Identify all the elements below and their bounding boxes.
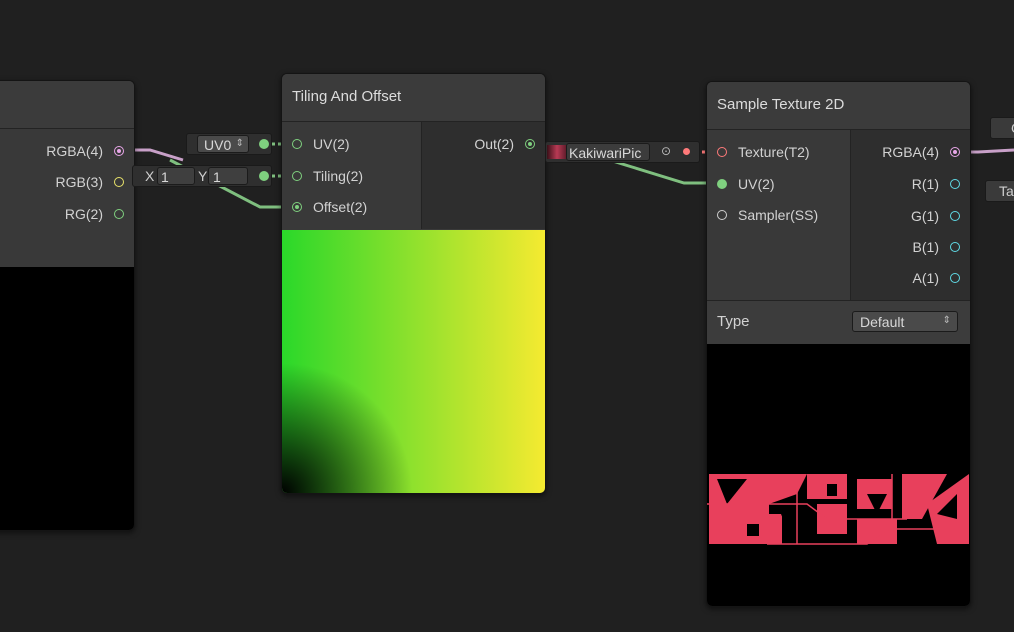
- port-grey-icon[interactable]: [717, 210, 727, 220]
- tiling-node-title: Tiling And Offset: [292, 88, 402, 105]
- left-node-header: [0, 81, 134, 129]
- sample-input-sampler[interactable]: Sampler(SS): [707, 206, 850, 226]
- left-node-outputs: RGBA(4) RGB(3) RG(2): [0, 129, 134, 267]
- tiling-x-label: X: [145, 168, 155, 184]
- tiling-node-inputs: UV(2) Tiling(2) Offset(2): [282, 122, 420, 229]
- sample-input-uv-label: UV(2): [738, 176, 775, 192]
- tiling-input-tiling[interactable]: Tiling(2): [282, 167, 420, 187]
- sample-output-r-label: R(1): [911, 176, 939, 192]
- sample-texture-2d-node[interactable]: Sample Texture 2D Texture(T2) UV(2) Samp…: [706, 81, 971, 607]
- port-pink-icon[interactable]: [114, 146, 124, 156]
- tiling-input-offset-label: Offset(2): [313, 199, 368, 215]
- right-edge-field-bottom[interactable]: Ta: [985, 180, 1014, 202]
- texture-thumbnail: [547, 145, 567, 159]
- dropdown-arrows-icon: ⇕: [942, 315, 951, 326]
- tiling-input-uv-label: UV(2): [313, 136, 350, 152]
- sample-input-texture[interactable]: Texture(T2): [707, 143, 850, 163]
- left-output-rgba[interactable]: RGBA(4): [0, 142, 134, 162]
- tiling-x-input[interactable]: 1: [157, 167, 195, 185]
- dropdown-arrows-icon: ⇕: [235, 138, 244, 149]
- sample-output-b-label: B(1): [912, 239, 939, 255]
- left-output-rgb-label: RGB(3): [55, 174, 103, 190]
- uv-channel-dropdown[interactable]: UV0 ⇕: [197, 135, 249, 153]
- sample-texture-preview: [707, 344, 970, 606]
- texture-pattern-image: [707, 474, 969, 545]
- tiling-node-header[interactable]: Tiling And Offset: [282, 74, 545, 122]
- port-green-connected-icon[interactable]: [525, 139, 535, 149]
- left-output-rg-label: RG(2): [64, 206, 103, 222]
- sample-input-uv[interactable]: UV(2): [707, 175, 850, 195]
- tiling-input-uv[interactable]: UV(2): [282, 135, 420, 155]
- port-green-connected-icon[interactable]: [292, 202, 302, 212]
- texture-property-chip[interactable]: KakiwariPic ⊙: [545, 141, 700, 163]
- tiling-input-tiling-label: Tiling(2): [313, 168, 364, 184]
- uv-channel-value: UV0: [204, 137, 232, 153]
- sample-input-texture-label: Texture(T2): [738, 144, 810, 160]
- sample-input-sampler-label: Sampler(SS): [738, 207, 819, 223]
- sample-type-value: Default: [860, 314, 905, 330]
- texture-property-name: KakiwariPic: [569, 145, 642, 161]
- control-connector-icon: [259, 171, 269, 181]
- control-connector-icon: [259, 139, 269, 149]
- port-cyan-icon[interactable]: [950, 179, 960, 189]
- sample-node-header[interactable]: Sample Texture 2D: [707, 82, 970, 130]
- right-edge-bottom-text: Ta: [999, 183, 1014, 199]
- port-red-icon[interactable]: [717, 147, 727, 157]
- tiling-input-offset[interactable]: Offset(2): [282, 198, 420, 218]
- left-node[interactable]: RGBA(4) RGB(3) RG(2): [0, 80, 135, 531]
- tiling-vector-control: X 1 Y 1: [132, 165, 272, 187]
- sample-output-a-label: A(1): [912, 270, 939, 286]
- tiling-y-label: Y: [198, 168, 208, 184]
- right-edge-field-top[interactable]: C: [990, 117, 1014, 139]
- sample-node-outputs: RGBA(4) R(1) G(1) B(1) A(1): [850, 130, 970, 300]
- port-pink-connected-icon[interactable]: [950, 147, 960, 157]
- port-green-icon[interactable]: [292, 139, 302, 149]
- sample-output-a[interactable]: A(1): [851, 269, 970, 289]
- sample-output-r[interactable]: R(1): [851, 175, 970, 195]
- port-cyan-icon[interactable]: [950, 211, 960, 221]
- tiling-y-value: 1: [213, 169, 221, 185]
- tiling-y-input[interactable]: 1: [208, 167, 248, 185]
- port-green-icon[interactable]: [292, 171, 302, 181]
- sample-output-b[interactable]: B(1): [851, 238, 970, 258]
- sample-node-inputs: Texture(T2) UV(2) Sampler(SS): [707, 130, 850, 300]
- left-node-preview: [0, 267, 134, 530]
- tiling-node-outputs: Out(2): [421, 122, 545, 229]
- port-yellow-icon[interactable]: [114, 177, 124, 187]
- control-connector-icon: [683, 148, 690, 155]
- sample-type-dropdown[interactable]: Default ⇕: [852, 311, 958, 332]
- sample-output-g[interactable]: G(1): [851, 207, 970, 227]
- port-green-icon[interactable]: [114, 209, 124, 219]
- port-cyan-icon[interactable]: [950, 273, 960, 283]
- port-cyan-icon[interactable]: [950, 242, 960, 252]
- port-green-connected-icon[interactable]: [717, 179, 727, 189]
- tiling-output-out-label: Out(2): [474, 136, 514, 152]
- sample-type-label: Type: [717, 313, 750, 330]
- sample-output-rgba[interactable]: RGBA(4): [851, 143, 970, 163]
- tiling-node-uv-preview: [282, 230, 545, 493]
- sample-output-g-label: G(1): [911, 208, 939, 224]
- wire-left-rgba: [128, 148, 184, 162]
- sample-type-row: Type Default ⇕: [707, 300, 970, 345]
- left-output-rgba-label: RGBA(4): [46, 143, 103, 159]
- left-output-rgb[interactable]: RGB(3): [0, 173, 134, 193]
- gear-icon[interactable]: ⊙: [661, 144, 671, 158]
- uv-channel-control: UV0 ⇕: [186, 133, 272, 155]
- left-output-rg[interactable]: RG(2): [0, 205, 134, 225]
- tiling-output-out[interactable]: Out(2): [422, 135, 545, 155]
- sample-node-title: Sample Texture 2D: [717, 96, 845, 113]
- texture-property-field[interactable]: KakiwariPic: [566, 143, 650, 161]
- sample-output-rgba-label: RGBA(4): [882, 144, 939, 160]
- tiling-and-offset-node[interactable]: Tiling And Offset UV(2) Tiling(2) Offset…: [281, 73, 546, 494]
- tiling-x-value: 1: [161, 169, 169, 185]
